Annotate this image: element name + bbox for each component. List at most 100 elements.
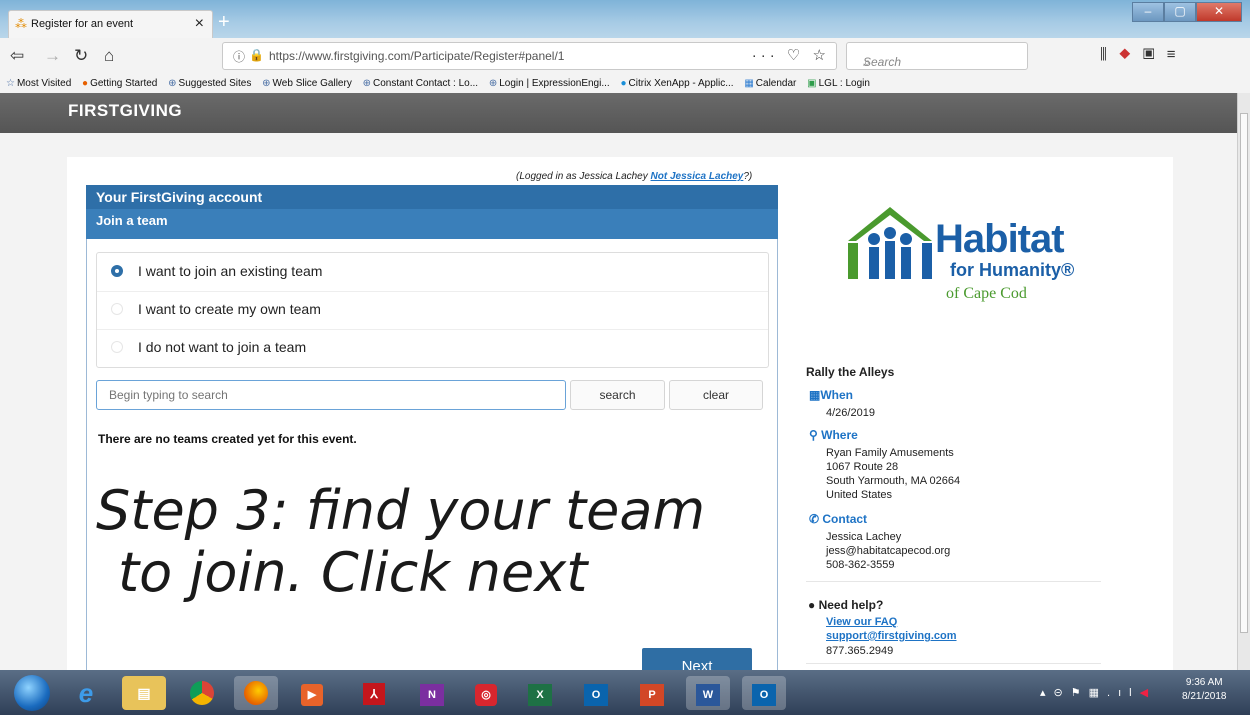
tab-title: Register for an event	[31, 18, 134, 30]
bookmark-expressionengine[interactable]: ⊕ Login | ExpressionEngi...	[489, 76, 610, 92]
signal-icon[interactable]: .ıl	[1107, 687, 1140, 699]
start-button[interactable]	[14, 675, 50, 711]
annotation-line-2: to join. Click next	[118, 541, 589, 604]
home-icon[interactable]: ⌂	[104, 46, 114, 66]
when-value: 4/26/2019	[826, 407, 875, 419]
info-icon[interactable]: ⓘ	[233, 48, 245, 65]
divider	[806, 581, 1101, 582]
habitat-subtitle: for Humanity®	[950, 260, 1075, 280]
minimize-icon[interactable]: –	[1132, 2, 1164, 22]
account-header: Your FirstGiving account	[86, 185, 778, 209]
back-icon[interactable]: ⇦	[10, 46, 24, 66]
radio-unselected[interactable]	[111, 341, 123, 353]
option-label: I want to create my own team	[138, 301, 321, 317]
when-heading: ▦When	[809, 388, 853, 402]
browser-tab[interactable]: ⁂ Register for an event ×	[8, 10, 213, 38]
menu-icon[interactable]: ≡	[1167, 46, 1188, 63]
volume-icon[interactable]: ◀	[1140, 687, 1156, 699]
close-window-icon[interactable]: ✕	[1196, 2, 1242, 22]
forward-icon[interactable]: →	[44, 46, 61, 66]
bookmark-star-icon[interactable]: ☆	[813, 47, 830, 64]
system-tray: ▴⊝⚑▦.ıl◀	[1040, 686, 1156, 699]
calendar-icon: ▦	[744, 78, 754, 89]
outlook-window-icon[interactable]: O	[742, 676, 786, 710]
firstgiving-logo[interactable]: FIRSTGIVING	[68, 101, 182, 121]
chat-icon: ●	[808, 598, 819, 612]
bookmark-most-visited[interactable]: ☆ Most Visited	[6, 76, 71, 92]
show-hidden-icons-icon[interactable]: ▴	[1040, 687, 1054, 699]
next-button[interactable]: Next	[642, 648, 752, 670]
bookmarks-bar: ☆ Most Visited ● Getting Started ⊕ Suggeste…	[0, 76, 1250, 93]
lgl-icon: ▣	[807, 78, 817, 89]
contact-email: jess@habitatcapecod.org	[826, 545, 951, 557]
bookmark-web-slice-gallery[interactable]: ⊕ Web Slice Gallery	[262, 76, 352, 92]
extension-icon[interactable]: ◆	[1119, 46, 1143, 63]
media-player-icon[interactable]: ▶	[290, 676, 334, 710]
bookmark-citrix[interactable]: ● Citrix XenApp - Applic...	[620, 76, 733, 92]
clear-button[interactable]: clear	[669, 380, 763, 410]
device-icon[interactable]: ▦	[1089, 687, 1107, 699]
phone-icon: ✆	[809, 512, 823, 526]
bookmark-lgl-login[interactable]: ▣ LGL : Login	[807, 76, 870, 92]
bookmark-suggested-sites[interactable]: ⊕ Suggested Sites	[168, 76, 251, 92]
search-button[interactable]: search	[570, 380, 665, 410]
powerpoint-icon[interactable]: P	[630, 676, 674, 710]
internet-explorer-icon[interactable]: e	[64, 676, 108, 710]
star-icon: ☆	[6, 78, 15, 89]
bookmark-getting-started[interactable]: ● Getting Started	[82, 76, 157, 92]
where-address: Ryan Family Amusements 1067 Route 28 Sou…	[826, 446, 960, 502]
acrobat-icon[interactable]: ⅄	[352, 676, 396, 710]
option-no-team[interactable]: I do not want to join a team	[97, 329, 768, 367]
need-help-label: Need help?	[818, 598, 884, 612]
radio-selected[interactable]	[111, 265, 123, 277]
chrome-icon[interactable]	[180, 676, 224, 710]
flag-icon[interactable]: ⚑	[1071, 687, 1089, 699]
radio-unselected[interactable]	[111, 303, 123, 315]
reload-icon[interactable]: ↻	[74, 46, 88, 66]
event-name: Rally the Alleys	[806, 365, 895, 379]
globe-icon: ⊕	[488, 78, 498, 89]
handwritten-annotation: Step 3: find your team to join. Click ne…	[96, 479, 705, 604]
close-tab-icon[interactable]: ×	[195, 15, 204, 33]
clock-date: 8/21/2018	[1182, 691, 1227, 702]
team-search-input[interactable]	[96, 380, 566, 410]
not-user-link[interactable]: Not Jessica Lachey	[651, 171, 744, 182]
no-teams-message: There are no teams created yet for this …	[98, 432, 357, 446]
page-actions-icon[interactable]: ···	[752, 47, 779, 64]
firefox-taskbar-icon[interactable]	[234, 676, 278, 710]
address-bar[interactable]: ⓘ 🔒 https://www.firstgiving.com/Particip…	[222, 42, 837, 70]
excel-icon[interactable]: X	[518, 676, 562, 710]
site-header	[0, 93, 1237, 133]
browser-search-box[interactable]: ⌕ Search	[846, 42, 1028, 70]
contact-phone: 508-362-3559	[826, 559, 895, 571]
option-join-existing[interactable]: I want to join an existing team	[97, 253, 768, 292]
contact-name: Jessica Lachey	[826, 531, 902, 543]
new-tab-icon[interactable]: +	[218, 12, 230, 32]
page-scrollbar[interactable]	[1237, 93, 1250, 670]
bookmark-calendar[interactable]: ▦ Calendar	[744, 76, 796, 92]
onenote-icon[interactable]: N	[410, 676, 454, 710]
support-email-link[interactable]: support@firstgiving.com	[826, 630, 957, 642]
when-label: When	[820, 388, 854, 402]
option-label: I want to join an existing team	[138, 263, 323, 279]
need-help-heading: ● Need help?	[808, 598, 883, 612]
sidebar-icon[interactable]: ▣	[1143, 46, 1167, 63]
option-create-team[interactable]: I want to create my own team	[97, 291, 768, 330]
network-status-icon[interactable]: ⊝	[1054, 687, 1071, 699]
pocket-icon[interactable]: ♡	[787, 47, 804, 64]
creative-cloud-icon[interactable]: ◎	[464, 676, 508, 710]
account-header-title: Your FirstGiving account	[96, 189, 263, 205]
file-explorer-icon[interactable]: ▤	[122, 676, 166, 710]
faq-link[interactable]: View our FAQ	[826, 616, 897, 628]
bookmark-constant-contact[interactable]: ⊕ Constant Contact : Lo...	[363, 76, 478, 92]
scrollbar-thumb[interactable]	[1240, 113, 1248, 633]
taskbar-clock[interactable]: 9:36 AM 8/21/2018	[1182, 676, 1227, 704]
map-pin-icon: ⚲	[809, 428, 822, 442]
clock-time: 9:36 AM	[1185, 677, 1223, 688]
outlook-icon[interactable]: O	[574, 676, 618, 710]
library-icon[interactable]: ⫼	[1100, 46, 1119, 63]
where-label: Where	[821, 428, 858, 442]
word-icon[interactable]: W	[686, 676, 730, 710]
maximize-icon[interactable]: ▢	[1164, 2, 1196, 22]
citrix-icon: ●	[620, 78, 627, 89]
